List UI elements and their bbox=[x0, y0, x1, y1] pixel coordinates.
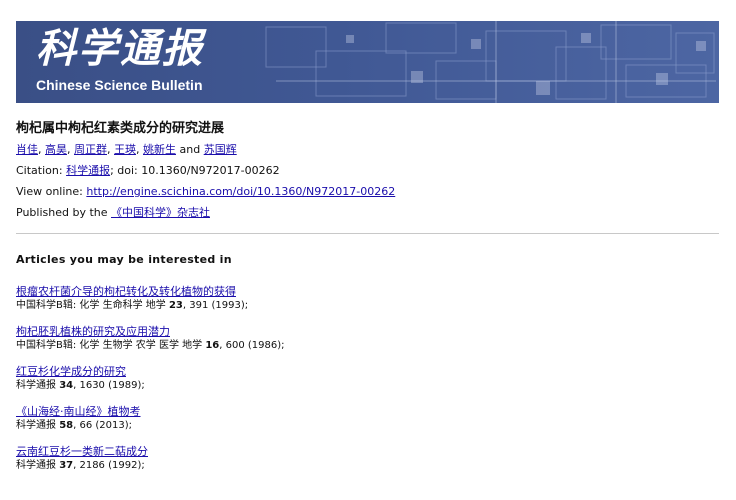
view-online-line: View online: http://engine.scichina.com/… bbox=[16, 184, 716, 199]
citation-label: Citation: bbox=[16, 164, 63, 177]
citation-source: 中国科学B辑: 化学 生命科学 地学 bbox=[16, 300, 166, 311]
author-and: and bbox=[179, 143, 201, 156]
related-article-title-link[interactable]: 红豆杉化学成分的研究 bbox=[16, 365, 716, 379]
view-online-label: View online: bbox=[16, 185, 83, 198]
citation-source: 科学通报 bbox=[16, 460, 56, 471]
related-article-item: 红豆杉化学成分的研究 科学通报 34, 1630 (1989); bbox=[16, 365, 716, 392]
related-article-title-link[interactable]: 《山海经·南山经》植物考 bbox=[16, 405, 716, 419]
author-separator: , bbox=[107, 143, 111, 156]
author-link[interactable]: 肖佳 bbox=[16, 143, 38, 156]
paper-metadata: 枸杞属中枸杞红素类成分的研究进展 肖佳, 高昊, 周正群, 王瑛, 姚新生 an… bbox=[16, 120, 716, 226]
citation-volume: 37 bbox=[59, 460, 74, 471]
citation-journal-link[interactable]: 科学通报 bbox=[66, 164, 110, 177]
citation-pages-year: , 600 (1986); bbox=[219, 340, 285, 351]
related-article-citation: 科学通报 37, 2186 (1992); bbox=[16, 459, 716, 472]
author-separator: , bbox=[38, 143, 42, 156]
published-label: Published by the bbox=[16, 206, 108, 219]
related-article-citation: 中国科学B辑: 化学 生物学 农学 医学 地学 16, 600 (1986); bbox=[16, 339, 716, 352]
related-articles-list: 根瘤农杆菌介导的枸杞转化及转化植物的获得 中国科学B辑: 化学 生命科学 地学 … bbox=[16, 285, 716, 485]
author-separator: , bbox=[136, 143, 140, 156]
citation-volume: 34 bbox=[59, 380, 74, 391]
citation-pages-year: , 1630 (1989); bbox=[73, 380, 145, 391]
citation-source: 科学通报 bbox=[16, 420, 56, 431]
related-article-title-link[interactable]: 根瘤农杆菌介导的枸杞转化及转化植物的获得 bbox=[16, 285, 716, 299]
related-article-citation: 中国科学B辑: 化学 生命科学 地学 23, 391 (1993); bbox=[16, 299, 716, 312]
journal-logo-chinese: 科学通报 bbox=[36, 25, 204, 72]
related-articles-heading: Articles you may be interested in bbox=[16, 253, 232, 266]
author-link[interactable]: 苏国辉 bbox=[204, 143, 237, 156]
citation-doi: ; doi: 10.1360/N972017-00262 bbox=[110, 164, 280, 177]
related-article-citation: 科学通报 34, 1630 (1989); bbox=[16, 379, 716, 392]
related-article-title-link[interactable]: 云南红豆杉一类新二萜成分 bbox=[16, 445, 716, 459]
related-article-title-link[interactable]: 枸杞胚乳植株的研究及应用潜力 bbox=[16, 325, 716, 339]
paper-title: 枸杞属中枸杞红素类成分的研究进展 bbox=[16, 121, 225, 136]
citation-volume: 23 bbox=[168, 300, 183, 311]
doi-link[interactable]: http://engine.scichina.com/doi/10.1360/N… bbox=[86, 185, 395, 198]
related-article-citation: 科学通报 58, 66 (2013); bbox=[16, 419, 716, 432]
citation-pages-year: , 2186 (1992); bbox=[73, 460, 145, 471]
published-by-line: Published by the 《中国科学》杂志社 bbox=[16, 205, 716, 220]
related-article-item: 《山海经·南山经》植物考 科学通报 58, 66 (2013); bbox=[16, 405, 716, 432]
author-separator: , bbox=[67, 143, 71, 156]
citation-volume: 58 bbox=[59, 420, 74, 431]
citation-pages-year: , 391 (1993); bbox=[182, 300, 249, 311]
section-divider bbox=[16, 233, 719, 234]
citation-line: Citation: 科学通报; doi: 10.1360/N972017-002… bbox=[16, 163, 716, 178]
author-link[interactable]: 高昊 bbox=[45, 143, 67, 156]
related-article-item: 根瘤农杆菌介导的枸杞转化及转化植物的获得 中国科学B辑: 化学 生命科学 地学 … bbox=[16, 285, 716, 312]
author-link[interactable]: 王瑛 bbox=[114, 143, 136, 156]
citation-volume: 16 bbox=[205, 340, 220, 351]
citation-source: 科学通报 bbox=[16, 380, 56, 391]
related-article-item: 枸杞胚乳植株的研究及应用潜力 中国科学B辑: 化学 生物学 农学 医学 地学 1… bbox=[16, 325, 716, 352]
journal-banner: 科学通报 Chinese Science Bulletin bbox=[16, 21, 719, 103]
author-link[interactable]: 周正群 bbox=[74, 143, 107, 156]
citation-pages-year: , 66 (2013); bbox=[73, 420, 132, 431]
related-article-item: 云南红豆杉一类新二萜成分 科学通报 37, 2186 (1992); bbox=[16, 445, 716, 472]
journal-logo-english: Chinese Science Bulletin bbox=[36, 77, 203, 93]
citation-source: 中国科学B辑: 化学 生物学 农学 医学 地学 bbox=[16, 340, 203, 351]
author-link[interactable]: 姚新生 bbox=[143, 143, 176, 156]
author-list: 肖佳, 高昊, 周正群, 王瑛, 姚新生 and 苏国辉 bbox=[16, 142, 716, 157]
publisher-link[interactable]: 《中国科学》杂志社 bbox=[111, 206, 210, 219]
